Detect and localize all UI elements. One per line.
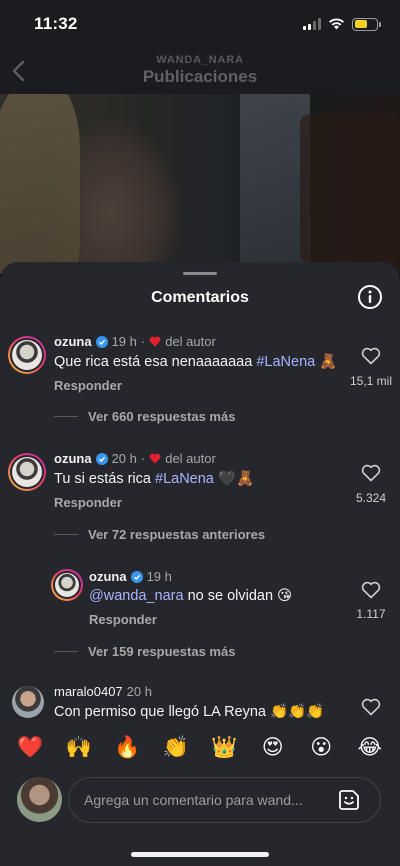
emoji-laughing-button[interactable]: 😂 xyxy=(350,734,390,760)
comment-time: 20 h xyxy=(111,451,137,466)
emoji-heart-eyes-button[interactable]: 😍 xyxy=(253,734,293,760)
my-avatar xyxy=(17,777,62,822)
header-title: Publicaciones xyxy=(142,67,258,86)
cellular-signal-icon xyxy=(303,18,321,30)
home-indicator[interactable] xyxy=(131,852,269,857)
view-more-replies-link[interactable]: Ver 159 respuestas más xyxy=(54,644,235,659)
sticker-icon[interactable] xyxy=(338,789,360,811)
emoji-crown-button[interactable]: 👑 xyxy=(204,734,244,760)
comment-text-body: no se olvidan 😘 xyxy=(183,588,293,604)
view-more-replies-label: Ver 159 respuestas más xyxy=(88,644,236,659)
like-count: 5.324 xyxy=(355,491,387,505)
comment-input[interactable] xyxy=(68,777,381,823)
header-username: WANDA_NARA xyxy=(156,54,244,66)
emoji-heart-button[interactable]: ❤️ xyxy=(10,734,50,760)
comment-text-body: Que rica está esa nenaaaaaaa xyxy=(54,354,257,370)
wifi-icon xyxy=(329,18,344,30)
comment-meta: ozuna 19 h xyxy=(89,569,172,584)
avatar[interactable] xyxy=(8,336,46,374)
avatar[interactable] xyxy=(51,569,83,601)
comment-username[interactable]: ozuna xyxy=(54,451,92,466)
comment-emoji: 🖤🧸 xyxy=(213,471,254,487)
comment-time: 19 h xyxy=(146,569,172,584)
comment-text: Tu si estás rica #LaNena 🖤🧸 xyxy=(54,470,254,487)
avatar[interactable] xyxy=(8,453,46,491)
comment-text: @wanda_nara no se olvidan 😘 xyxy=(89,588,292,604)
battery-level xyxy=(354,20,368,28)
info-icon[interactable] xyxy=(357,284,383,310)
reply-button[interactable]: Responder xyxy=(54,495,122,510)
header: WANDA_NARA Publicaciones xyxy=(0,48,400,94)
heart-like-icon[interactable] xyxy=(361,464,381,482)
separator-dot: · xyxy=(140,334,146,349)
comment-emoji: 🧸 xyxy=(315,354,338,370)
heart-like-icon[interactable] xyxy=(361,347,381,365)
comment-text: Que rica está esa nenaaaaaaa #LaNena 🧸 xyxy=(54,353,337,370)
emoji-raising-hands-button[interactable]: 🙌 xyxy=(59,734,99,760)
avatar[interactable] xyxy=(12,686,44,718)
comment-username[interactable]: ozuna xyxy=(89,569,127,584)
emoji-surprised-button[interactable]: 😮 xyxy=(301,734,341,760)
like-count: 1.117 xyxy=(356,607,386,621)
verified-badge-icon xyxy=(95,452,108,465)
hashtag-link[interactable]: #LaNena xyxy=(155,471,214,487)
separator-dot: · xyxy=(140,451,146,466)
view-previous-replies-link[interactable]: Ver 72 respuestas anteriores xyxy=(54,527,265,542)
view-previous-replies-label: Ver 72 respuestas anteriores xyxy=(88,527,266,542)
comment-username[interactable]: ozuna xyxy=(54,334,92,349)
emoji-bar: ❤️ 🙌 🔥 👏 👑 😍 😮 😂 xyxy=(0,734,400,760)
view-more-replies-label: Ver 660 respuestas más xyxy=(88,409,236,424)
status-time: 11:32 xyxy=(34,14,78,33)
reply-button[interactable]: Responder xyxy=(89,612,157,627)
battery-icon xyxy=(352,17,381,31)
status-icons xyxy=(303,17,381,31)
drag-handle[interactable] xyxy=(183,272,217,275)
author-tag: del autor xyxy=(165,334,216,349)
comment-meta: maralo0407 20 h xyxy=(54,684,152,699)
heart-like-icon[interactable] xyxy=(361,698,381,716)
sheet-title: Comentarios xyxy=(151,289,249,306)
post-photo xyxy=(0,94,400,274)
author-heart-icon xyxy=(149,453,161,464)
emoji-clap-button[interactable]: 👏 xyxy=(156,734,196,760)
comment-text-body: Tu si estás rica xyxy=(54,471,155,487)
view-more-replies-link[interactable]: Ver 660 respuestas más xyxy=(54,409,235,424)
like-count: 15,1 mil xyxy=(349,374,393,388)
emoji-fire-button[interactable]: 🔥 xyxy=(107,734,147,760)
verified-badge-icon xyxy=(95,335,108,348)
mention-link[interactable]: @wanda_nara xyxy=(89,588,184,604)
hashtag-link[interactable]: #LaNena xyxy=(256,354,315,370)
reply-button[interactable]: Responder xyxy=(54,378,122,393)
comment-username[interactable]: maralo0407 xyxy=(54,684,123,699)
comment-meta: ozuna 19 h · del autor xyxy=(54,334,216,349)
verified-badge-icon xyxy=(130,570,143,583)
comment-time: 19 h xyxy=(111,334,137,349)
comment-text: Con permiso que llegó LA Reyna 👏👏👏 xyxy=(54,704,325,720)
author-heart-icon xyxy=(149,336,161,347)
comment-time: 20 h xyxy=(126,684,152,699)
comment-meta: ozuna 20 h · del autor xyxy=(54,451,216,466)
heart-like-icon[interactable] xyxy=(361,581,381,599)
status-bar: 11:32 xyxy=(0,0,400,48)
author-tag: del autor xyxy=(165,451,216,466)
